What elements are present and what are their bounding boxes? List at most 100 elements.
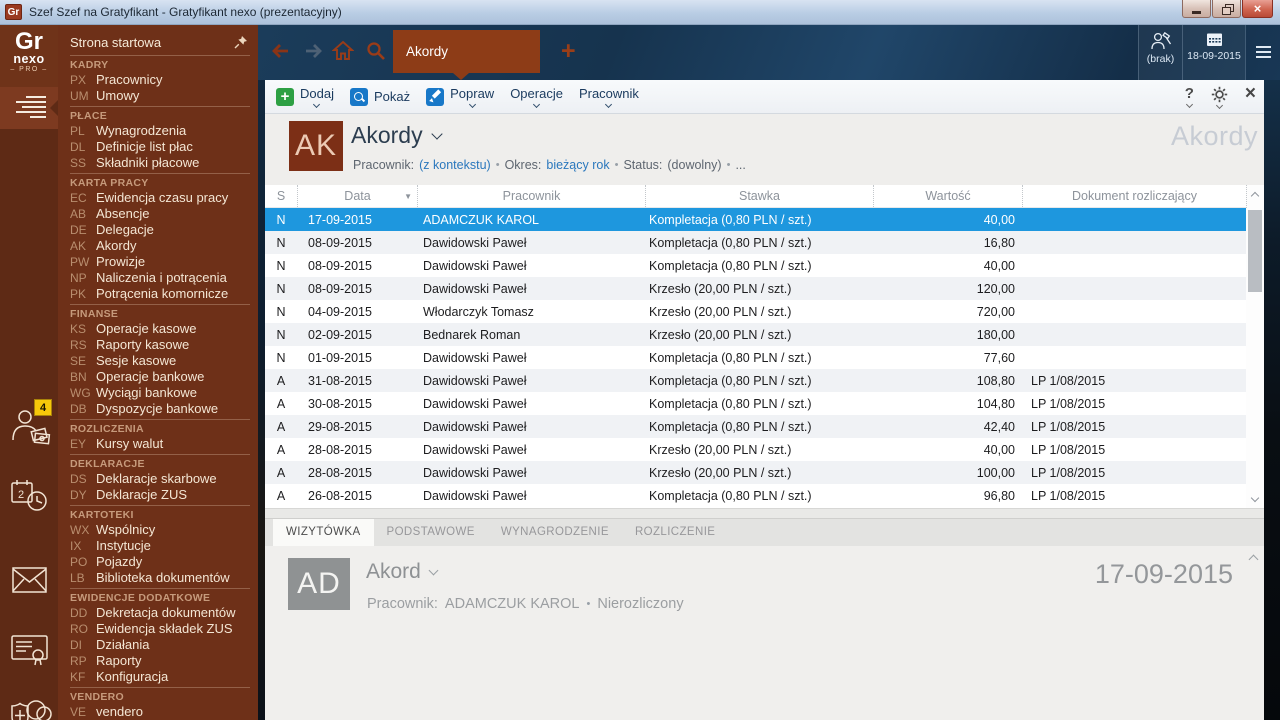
sidebar-item-lb[interactable]: LB Biblioteka dokumentów bbox=[70, 570, 250, 586]
sidebar-item-strona-startowa[interactable]: Strona startowa bbox=[70, 31, 250, 53]
scroll-up-icon[interactable] bbox=[1250, 191, 1260, 201]
settings-button[interactable] bbox=[1211, 86, 1228, 110]
help-button[interactable]: ? bbox=[1185, 86, 1194, 109]
table-row[interactable]: A 29-08-2015 Dawidowski Paweł Kompletacja (… bbox=[265, 415, 1264, 438]
column-header-pracownik[interactable]: Pracownik bbox=[417, 185, 645, 207]
toolbar-button-popraw[interactable]: Popraw bbox=[418, 80, 502, 114]
window-controls: × bbox=[1182, 0, 1273, 18]
session-user-panel[interactable]: (brak) bbox=[1138, 25, 1182, 80]
cell-dokument: LP 1/08/2015 bbox=[1031, 465, 1106, 480]
pane-splitter[interactable] bbox=[265, 508, 1264, 519]
column-header-data[interactable]: Data ▼ bbox=[297, 185, 417, 207]
certificate-icon[interactable] bbox=[10, 633, 50, 667]
close-view-button[interactable]: × bbox=[1245, 84, 1256, 103]
tab-wynagrodzenie[interactable]: WYNAGRODZENIE bbox=[488, 519, 622, 546]
sidebar-item-bn[interactable]: BN Operacje bankowe bbox=[70, 369, 250, 385]
column-header-stawka[interactable]: Stawka bbox=[645, 185, 873, 207]
vendero-shield-icon[interactable] bbox=[8, 697, 52, 720]
view-title-button[interactable]: Akordy bbox=[351, 122, 443, 149]
mail-icon[interactable] bbox=[11, 565, 49, 595]
table-row[interactable]: N 08-09-2015 Dawidowski Paweł Kompletacja (… bbox=[265, 254, 1264, 277]
sidebar-item-pk[interactable]: PK Potrącenia komornicze bbox=[70, 286, 250, 302]
work-date-panel[interactable]: 18-09-2015 bbox=[1182, 25, 1245, 80]
new-tab-button[interactable]: + bbox=[561, 36, 576, 66]
minimize-button[interactable] bbox=[1182, 0, 1211, 18]
sidebar-item-np[interactable]: NP Naliczenia i potrącenia bbox=[70, 270, 250, 286]
sidebar-item-db[interactable]: DB Dyspozycje bankowe bbox=[70, 401, 250, 417]
table-row[interactable]: A 26-08-2015 Dawidowski Paweł Kompletacja (… bbox=[265, 484, 1264, 507]
table-scrollbar[interactable] bbox=[1246, 185, 1264, 508]
restore-button[interactable] bbox=[1212, 0, 1241, 18]
sidebar-item-wx[interactable]: WX Wspólnicy bbox=[70, 522, 250, 538]
tab-akordy[interactable]: Akordy bbox=[393, 30, 540, 80]
sidebar-item-pl[interactable]: PL Wynagrodzenia bbox=[70, 123, 250, 139]
toolbar-button-pracownik[interactable]: Pracownik bbox=[571, 80, 647, 114]
filter-value[interactable]: bieżący rok bbox=[546, 158, 609, 172]
tab-rozliczenie[interactable]: ROZLICZENIE bbox=[622, 519, 728, 546]
toolbar-button-dodaj[interactable]: + Dodaj bbox=[268, 80, 342, 114]
sidebar-item-de[interactable]: DE Delegacje bbox=[70, 222, 250, 238]
sidebar-item-se[interactable]: SE Sesje kasowe bbox=[70, 353, 250, 369]
sidebar-item-ve[interactable]: VE vendero bbox=[70, 704, 250, 720]
sidebar-item-ab[interactable]: AB Absencje bbox=[70, 206, 250, 222]
table-row[interactable]: N 08-09-2015 Dawidowski Paweł Kompletacja (… bbox=[265, 231, 1264, 254]
window-titlebar[interactable]: Gr Szef Szef na Gratyfikant - Gratyfikan… bbox=[0, 0, 1280, 25]
svg-text:2: 2 bbox=[18, 489, 24, 501]
column-header-warto[interactable]: Wartość bbox=[873, 185, 1022, 207]
toolbar-button-poka[interactable]: Pokaż bbox=[342, 80, 418, 114]
sidebar-item-ro[interactable]: RO Ewidencja składek ZUS bbox=[70, 621, 250, 637]
filter-value[interactable]: ... bbox=[735, 158, 745, 172]
table-row[interactable]: A 28-08-2015 Dawidowski Paweł Krzesło (20,0… bbox=[265, 438, 1264, 461]
sidebar-item-px[interactable]: PX Pracownicy bbox=[70, 72, 250, 88]
detail-title-button[interactable]: Akord bbox=[366, 560, 439, 584]
table-row[interactable]: A 30-08-2015 Dawidowski Paweł Kompletacja (… bbox=[265, 392, 1264, 415]
column-header-s[interactable]: S bbox=[265, 185, 297, 207]
sidebar-item-kf[interactable]: KF Konfiguracja bbox=[70, 669, 250, 685]
sidebar-item-dy[interactable]: DY Deklaracje ZUS bbox=[70, 487, 250, 503]
sidebar-item-pw[interactable]: PW Prowizje bbox=[70, 254, 250, 270]
detail-date: 17-09-2015 bbox=[1094, 559, 1233, 589]
tab-wizytwka[interactable]: WIZYTÓWKA bbox=[273, 519, 374, 546]
tab-podstawowe[interactable]: PODSTAWOWE bbox=[374, 519, 488, 546]
sidebar-item-ix[interactable]: IX Instytucje bbox=[70, 538, 250, 554]
table-row[interactable]: N 17-09-2015 ADAMCZUK KAROL Kompletacja (0,… bbox=[265, 208, 1264, 231]
forward-icon[interactable] bbox=[302, 41, 326, 61]
module-menu-button[interactable] bbox=[0, 87, 58, 129]
pin-icon[interactable] bbox=[234, 35, 248, 49]
table-row[interactable]: A 28-08-2015 Dawidowski Paweł Krzesło (20,0… bbox=[265, 461, 1264, 484]
sidebar-item-ak[interactable]: AK Akordy bbox=[70, 238, 250, 254]
table-row[interactable]: N 02-09-2015 Bednarek Roman Krzesło (20,00 … bbox=[265, 323, 1264, 346]
detail-subtitle: Pracownik: ADAMCZUK KAROL • Nierozliczon… bbox=[367, 596, 684, 612]
calendar-clock-icon[interactable]: 2 bbox=[9, 477, 49, 515]
app-menu-button[interactable] bbox=[1256, 46, 1271, 61]
column-header-dokumentrozliczajcy[interactable]: Dokument rozliczający bbox=[1022, 185, 1246, 207]
search-icon[interactable] bbox=[366, 41, 386, 61]
menu-item-label: Deklaracje ZUS bbox=[96, 487, 188, 502]
sidebar-item-ds[interactable]: DS Deklaracje skarbowe bbox=[70, 471, 250, 487]
close-button[interactable]: × bbox=[1242, 0, 1273, 18]
scroll-down-icon[interactable] bbox=[1250, 493, 1260, 503]
sidebar-item-wg[interactable]: WG Wyciągi bankowe bbox=[70, 385, 250, 401]
detail-scroll-up-icon[interactable] bbox=[1248, 554, 1259, 565]
back-icon[interactable] bbox=[268, 41, 292, 61]
sidebar-item-rp[interactable]: RP Raporty bbox=[70, 653, 250, 669]
sidebar-item-dl[interactable]: DL Definicje list płac bbox=[70, 139, 250, 155]
sidebar-item-di[interactable]: DI Działania bbox=[70, 637, 250, 653]
sidebar-item-rs[interactable]: RS Raporty kasowe bbox=[70, 337, 250, 353]
sidebar-item-ss[interactable]: SS Składniki płacowe bbox=[70, 155, 250, 171]
cell-s: A bbox=[276, 465, 286, 480]
sidebar-item-ec[interactable]: EC Ewidencja czasu pracy bbox=[70, 190, 250, 206]
sidebar-item-um[interactable]: UM Umowy bbox=[70, 88, 250, 104]
sidebar-item-ks[interactable]: KS Operacje kasowe bbox=[70, 321, 250, 337]
sidebar-item-ey[interactable]: EY Kursy walut bbox=[70, 436, 250, 452]
table-row[interactable]: N 01-09-2015 Dawidowski Paweł Kompletacja (… bbox=[265, 346, 1264, 369]
table-row[interactable]: N 08-09-2015 Dawidowski Paweł Krzesło (20,0… bbox=[265, 277, 1264, 300]
toolbar-button-operacje[interactable]: Operacje bbox=[502, 80, 571, 114]
sidebar-item-dd[interactable]: DD Dekretacja dokumentów bbox=[70, 605, 250, 621]
sidebar-item-po[interactable]: PO Pojazdy bbox=[70, 554, 250, 570]
table-row[interactable]: N 04-09-2015 Włodarczyk Tomasz Krzesło (20,… bbox=[265, 300, 1264, 323]
scrollbar-thumb[interactable] bbox=[1248, 210, 1262, 292]
table-row[interactable]: A 31-08-2015 Dawidowski Paweł Kompletacja (… bbox=[265, 369, 1264, 392]
home-icon[interactable] bbox=[332, 40, 354, 61]
filter-value[interactable]: (z kontekstu) bbox=[419, 158, 491, 172]
